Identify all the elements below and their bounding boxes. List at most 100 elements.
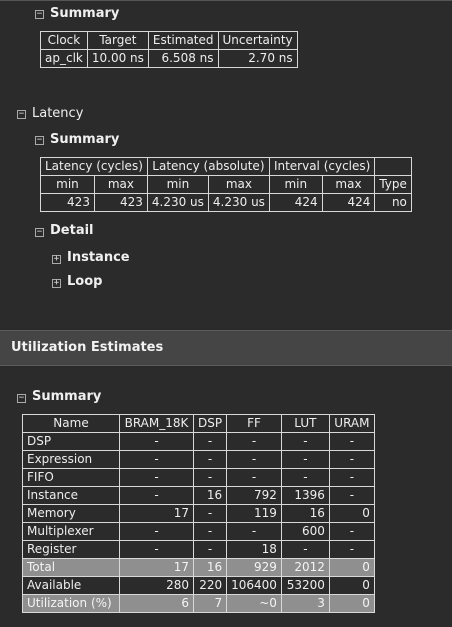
cell-uram: - [328, 522, 375, 541]
table-row: Instance - 16 792 1396 - [22, 486, 375, 505]
table-row: Register - - 18 - - [22, 540, 375, 559]
cell-ff: ~0 [226, 594, 282, 613]
cell-ff: 18 [226, 540, 282, 559]
cell-uram: - [328, 468, 375, 487]
header-interval-cycles: Interval (cycles) [268, 157, 376, 176]
collapse-summary-icon[interactable]: − [35, 10, 44, 19]
cell-bram: - [119, 486, 194, 505]
cell-ff: - [226, 522, 282, 541]
utilization-percent-row: Utilization (%) 6 7 ~0 3 0 [22, 594, 375, 613]
utilization-summary-heading: Summary [32, 389, 102, 404]
cell-ff: - [226, 432, 282, 451]
instance-heading[interactable]: Instance [67, 250, 130, 265]
cell-ff: 792 [226, 486, 282, 505]
cell-absolute-min: 4.230 us [146, 193, 209, 212]
cell-ff: 106400 [226, 576, 282, 595]
latency-table: Latency (cycles) Latency (absolute) Inte… [40, 157, 412, 212]
cell-bram: 280 [119, 576, 194, 595]
expand-instance-icon[interactable]: + [52, 255, 61, 264]
collapse-detail-icon[interactable]: − [35, 228, 44, 237]
cell-lut: 2012 [280, 558, 330, 577]
cell-clock: ap_clk [40, 49, 88, 68]
cell-bram: 6 [119, 594, 194, 613]
cell-uncertainty: 2.70 ns [217, 49, 298, 68]
table-row: Memory 17 - 119 16 0 [22, 504, 375, 523]
utilization-table: Name BRAM_18K DSP FF LUT URAM DSP - - - … [22, 414, 375, 613]
row-name: Available [22, 576, 120, 595]
row-name: Utilization (%) [22, 594, 120, 613]
header-ff: FF [226, 414, 282, 433]
header-estimated: Estimated [147, 31, 219, 50]
cell-dsp: 220 [192, 576, 228, 595]
cell-uram: - [328, 432, 375, 451]
cell-dsp: - [192, 450, 228, 469]
cell-lut: - [280, 468, 330, 487]
header-blank [374, 157, 412, 176]
header-latency-absolute: Latency (absolute) [146, 157, 270, 176]
cell-interval-max: 424 [321, 193, 376, 212]
cell-bram: - [119, 522, 194, 541]
cell-uram: 0 [328, 558, 375, 577]
detail-heading: Detail [50, 223, 94, 238]
collapse-latency-summary-icon[interactable]: − [35, 136, 44, 145]
table-row: DSP - - - - - [22, 432, 375, 451]
cell-bram: 17 [119, 504, 194, 523]
utilization-banner-title: Utilization Estimates [11, 340, 164, 355]
row-name: Register [22, 540, 120, 559]
subheader-max: max [321, 175, 376, 194]
cell-uram: 0 [328, 594, 375, 613]
cell-bram: - [119, 450, 194, 469]
row-name: Instance [22, 486, 120, 505]
cell-dsp: - [192, 504, 228, 523]
loop-heading[interactable]: Loop [67, 274, 102, 289]
subheader-type: Type [374, 175, 412, 194]
cell-type: no [374, 193, 412, 212]
total-row: Total 17 16 929 2012 0 [22, 558, 375, 577]
cell-ff: 929 [226, 558, 282, 577]
header-target: Target [86, 31, 149, 50]
cell-lut: 1396 [280, 486, 330, 505]
top-divider [0, 0, 452, 1]
row-name: Multiplexer [22, 522, 120, 541]
collapse-utilization-summary-icon[interactable]: − [17, 394, 26, 403]
cell-lut: - [280, 432, 330, 451]
row-name: FIFO [22, 468, 120, 487]
cell-absolute-max: 4.230 us [207, 193, 270, 212]
cell-bram: - [119, 432, 194, 451]
cell-target: 10.00 ns [86, 49, 149, 68]
cell-uram: - [328, 540, 375, 559]
header-uram: URAM [328, 414, 375, 433]
cell-dsp: - [192, 468, 228, 487]
cell-lut: 16 [280, 504, 330, 523]
subheader-min: min [40, 175, 95, 194]
cell-interval-min: 424 [268, 193, 323, 212]
cell-dsp: - [192, 540, 228, 559]
expand-loop-icon[interactable]: + [52, 279, 61, 288]
row-name: Total [22, 558, 120, 577]
cell-lut: - [280, 540, 330, 559]
subheader-min: min [268, 175, 323, 194]
cell-estimated: 6.508 ns [147, 49, 219, 68]
cell-bram: - [119, 468, 194, 487]
table-row: Multiplexer - - - 600 - [22, 522, 375, 541]
timing-summary-heading: Summary [50, 6, 120, 21]
table-row: Expression - - - - - [22, 450, 375, 469]
subheader-max: max [93, 175, 148, 194]
table-row: FIFO - - - - - [22, 468, 375, 487]
header-bram: BRAM_18K [119, 414, 194, 433]
cell-uram: 0 [328, 504, 375, 523]
row-name: Memory [22, 504, 120, 523]
cell-latency-min: 423 [40, 193, 95, 212]
timing-table: Clock Target Estimated Uncertainty ap_cl… [40, 31, 298, 68]
cell-bram: - [119, 540, 194, 559]
cell-bram: 17 [119, 558, 194, 577]
cell-lut: 53200 [280, 576, 330, 595]
subheader-min: min [146, 175, 209, 194]
collapse-latency-icon[interactable]: − [17, 110, 26, 119]
header-uncertainty: Uncertainty [217, 31, 298, 50]
cell-dsp: 16 [192, 486, 228, 505]
row-name: Expression [22, 450, 120, 469]
header-name: Name [22, 414, 120, 433]
available-row: Available 280 220 106400 53200 0 [22, 576, 375, 595]
row-name: DSP [22, 432, 120, 451]
